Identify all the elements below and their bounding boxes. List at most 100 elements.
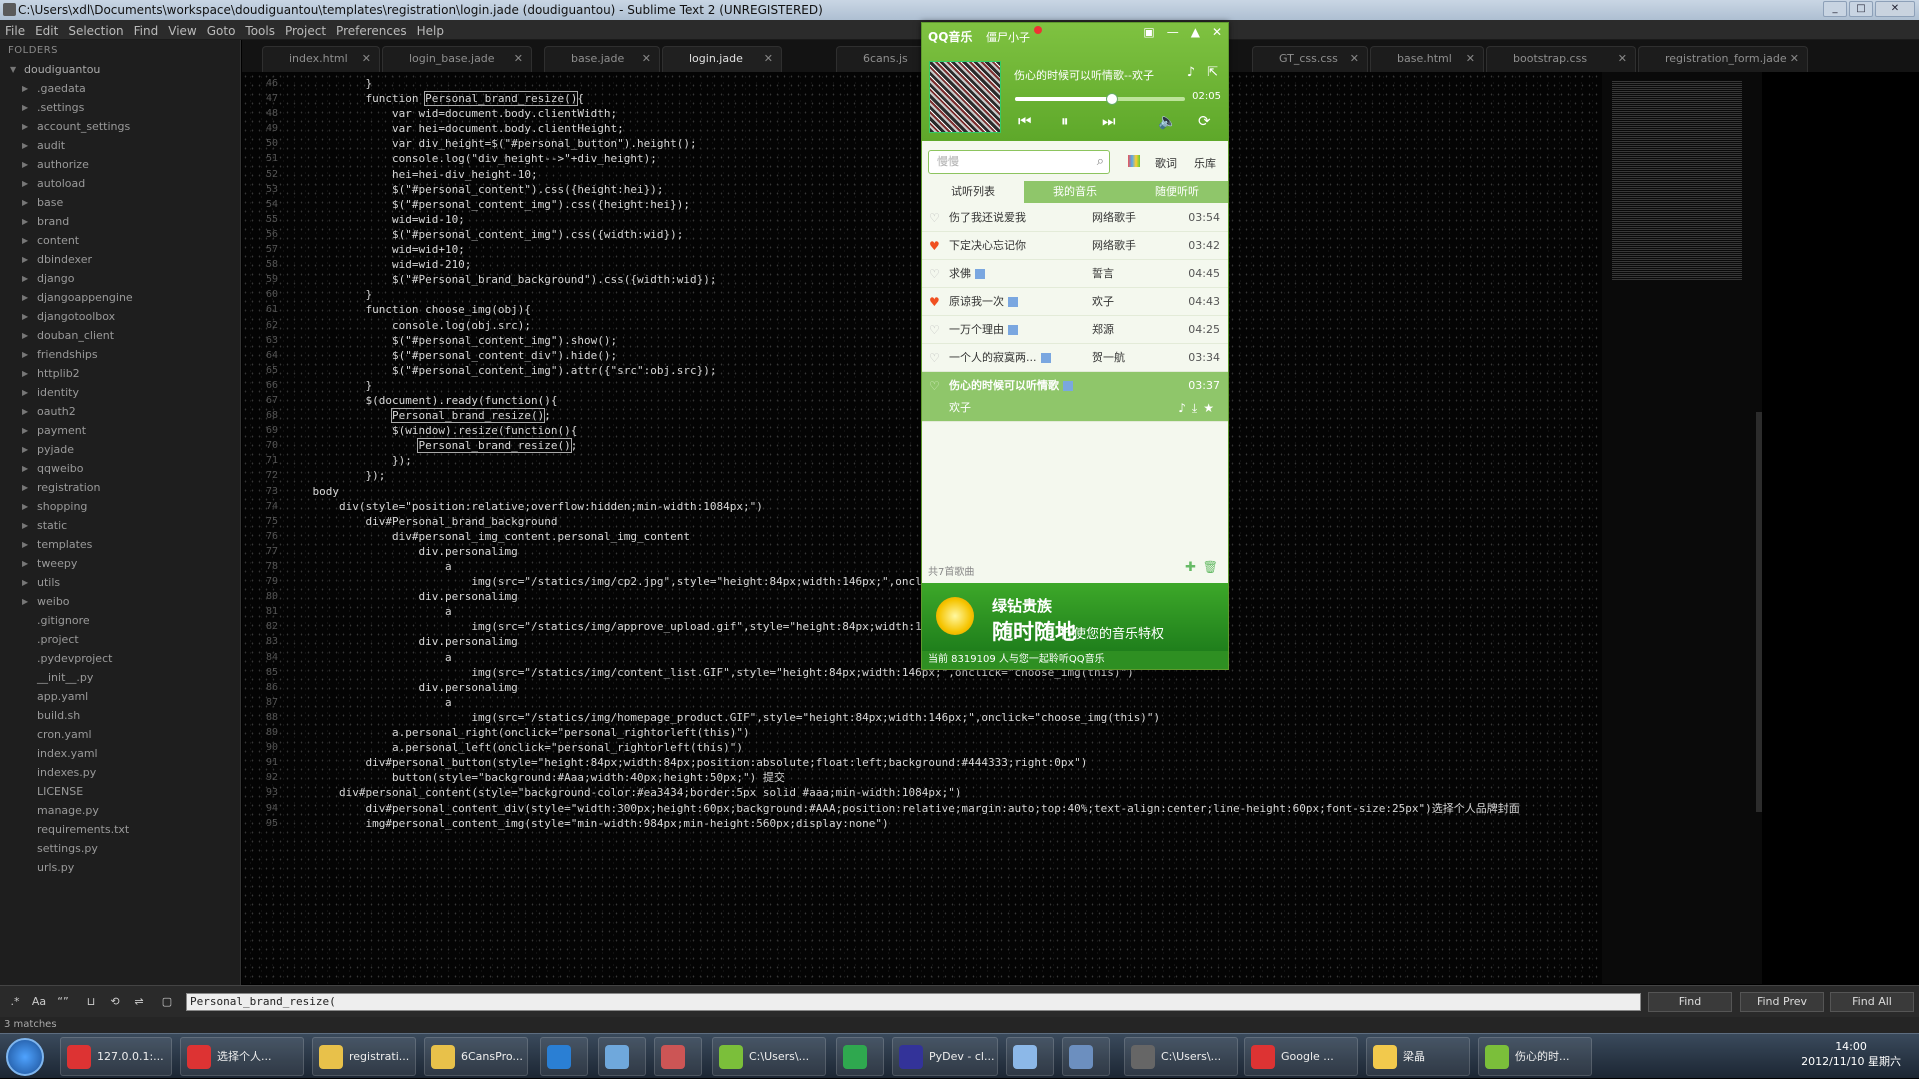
code-line[interactable]: button(style="background:#Aaa;width:40px…: [286, 770, 1756, 785]
context-toggle[interactable]: ▢: [158, 994, 176, 1010]
song-row[interactable]: ♡ 一万个理由 郑源 04:25: [922, 316, 1228, 344]
folder-item[interactable]: ▶ friendships: [0, 345, 240, 364]
chevron-right-icon[interactable]: ▶: [22, 383, 28, 402]
tab-close-icon[interactable]: ✕: [764, 47, 773, 71]
file-item[interactable]: build.sh: [0, 706, 240, 725]
menu-item-tools[interactable]: Tools: [240, 21, 280, 41]
menu-item-project[interactable]: Project: [280, 21, 331, 41]
chevron-right-icon[interactable]: ▶: [22, 573, 28, 592]
heart-icon[interactable]: ♥: [929, 232, 940, 260]
taskbar-button[interactable]: 伤心的时...: [1478, 1037, 1592, 1076]
file-item[interactable]: settings.py: [0, 839, 240, 858]
next-track-icon[interactable]: ⏭: [1102, 112, 1116, 130]
qq-tab-2[interactable]: 随便听听: [1126, 181, 1228, 203]
chevron-right-icon[interactable]: ▶: [22, 535, 28, 554]
taskbar-button[interactable]: [1006, 1037, 1054, 1076]
code-line[interactable]: a: [286, 695, 1756, 710]
folder-item[interactable]: ▶ authorize: [0, 155, 240, 174]
tab-login-jade[interactable]: login.jade ✕: [662, 46, 782, 72]
chevron-right-icon[interactable]: ▶: [22, 79, 28, 98]
file-item[interactable]: .project: [0, 630, 240, 649]
find-prev-button[interactable]: Find Prev: [1740, 992, 1824, 1012]
qq-minimize-button[interactable]: —: [1167, 25, 1179, 39]
folder-item[interactable]: ▶ .settings: [0, 98, 240, 117]
library-link[interactable]: 乐库: [1194, 155, 1216, 171]
taskbar-button[interactable]: registrati...: [312, 1037, 416, 1076]
file-item[interactable]: __init__.py: [0, 668, 240, 687]
file-item[interactable]: requirements.txt: [0, 820, 240, 839]
folder-item[interactable]: ▶ utils: [0, 573, 240, 592]
chevron-right-icon[interactable]: ▶: [22, 136, 28, 155]
taskbar-button[interactable]: C:\Users\...: [712, 1037, 826, 1076]
start-button[interactable]: [6, 1038, 44, 1076]
file-item[interactable]: app.yaml: [0, 687, 240, 706]
folder-item[interactable]: ▶ base: [0, 193, 240, 212]
code-line[interactable]: a.personal_left(onclick="personal_righto…: [286, 740, 1756, 755]
chevron-right-icon[interactable]: ▶: [22, 345, 28, 364]
taskbar-button[interactable]: [540, 1037, 588, 1076]
folder-item[interactable]: ▶ qqweibo: [0, 459, 240, 478]
tab-close-icon[interactable]: ✕: [362, 47, 371, 71]
whole-word-toggle[interactable]: “”: [54, 994, 72, 1010]
taskbar-button[interactable]: [1062, 1037, 1110, 1076]
song-row[interactable]: ♡ 伤了我还说爱我 网络歌手 03:54: [922, 204, 1228, 232]
clock[interactable]: 14:00 2012/11/10 星期六: [1801, 1039, 1901, 1069]
share-icon[interactable]: ⇱: [1207, 65, 1218, 80]
folder-item[interactable]: ▶ registration: [0, 478, 240, 497]
green-diamond-banner[interactable]: 绿钻贵族 随时随地 行使您的音乐特权: [922, 583, 1228, 651]
folder-item[interactable]: ▶ djangotoolbox: [0, 307, 240, 326]
folder-item[interactable]: ▶ autoload: [0, 174, 240, 193]
menu-item-selection[interactable]: Selection: [63, 21, 128, 41]
folder-item[interactable]: ▶ pyjade: [0, 440, 240, 459]
heart-icon[interactable]: ♥: [929, 288, 940, 316]
previous-track-icon[interactable]: ⏮: [1018, 112, 1032, 130]
heart-icon[interactable]: ♡: [929, 260, 940, 288]
chevron-right-icon[interactable]: ▶: [22, 459, 28, 478]
taskbar-button[interactable]: 梁晶: [1366, 1037, 1470, 1076]
tab-base-html[interactable]: base.html ✕: [1370, 46, 1484, 72]
minimize-button[interactable]: _: [1823, 1, 1847, 17]
tab-index-html[interactable]: index.html ✕: [262, 46, 380, 72]
code-line[interactable]: a.personal_right(onclick="personal_right…: [286, 725, 1756, 740]
download-icon[interactable]: ⤓: [1192, 401, 1203, 415]
lyrics-thumb-icon[interactable]: ♪: [1187, 65, 1195, 80]
menu-item-file[interactable]: File: [0, 21, 30, 41]
file-item[interactable]: LICENSE: [0, 782, 240, 801]
file-item[interactable]: .pydevproject: [0, 649, 240, 668]
add-song-icon[interactable]: ✚: [1185, 560, 1196, 575]
chevron-right-icon[interactable]: ▶: [22, 326, 28, 345]
lyrics-icon[interactable]: ♪: [1178, 401, 1192, 415]
taskbar-button[interactable]: 6CansPro...: [424, 1037, 528, 1076]
qq-username[interactable]: 僵尸小子: [986, 29, 1030, 45]
album-cover[interactable]: [929, 61, 1001, 133]
repeat-mode-icon[interactable]: ⟳: [1198, 112, 1211, 130]
file-item[interactable]: indexes.py: [0, 763, 240, 782]
tab-close-icon[interactable]: ✕: [1466, 47, 1475, 71]
tab-close-icon[interactable]: ✕: [1618, 47, 1627, 71]
maximize-button[interactable]: □: [1849, 1, 1873, 17]
tab-close-icon[interactable]: ✕: [1790, 47, 1799, 71]
taskbar-button[interactable]: Google ...: [1244, 1037, 1358, 1076]
chevron-right-icon[interactable]: ▶: [22, 288, 28, 307]
folder-item[interactable]: ▶ httplib2: [0, 364, 240, 383]
menu-item-find[interactable]: Find: [129, 21, 164, 41]
chevron-right-icon[interactable]: ▶: [22, 269, 28, 288]
qq-close-button[interactable]: ✕: [1212, 25, 1222, 39]
chevron-right-icon[interactable]: ▶: [22, 307, 28, 326]
tab-close-icon[interactable]: ✕: [1350, 47, 1359, 71]
folder-item[interactable]: ▶ brand: [0, 212, 240, 231]
highlight-matches-toggle[interactable]: ⇌: [130, 994, 148, 1010]
file-item[interactable]: manage.py: [0, 801, 240, 820]
chevron-right-icon[interactable]: ▶: [22, 478, 28, 497]
chevron-right-icon[interactable]: ▶: [22, 98, 28, 117]
case-sensitive-toggle[interactable]: Aa: [30, 994, 48, 1010]
pause-icon[interactable]: ⏸: [1061, 112, 1069, 130]
chevron-right-icon[interactable]: ▶: [22, 554, 28, 573]
tab-gt-css-css[interactable]: GT_css.css ✕: [1252, 46, 1368, 72]
chevron-right-icon[interactable]: ▶: [22, 193, 28, 212]
heart-icon[interactable]: ♡: [929, 344, 940, 372]
folder-item[interactable]: ▶ tweepy: [0, 554, 240, 573]
tab-close-icon[interactable]: ✕: [514, 47, 523, 71]
code-line[interactable]: div.personalimg: [286, 680, 1756, 695]
folder-item[interactable]: ▶ payment: [0, 421, 240, 440]
